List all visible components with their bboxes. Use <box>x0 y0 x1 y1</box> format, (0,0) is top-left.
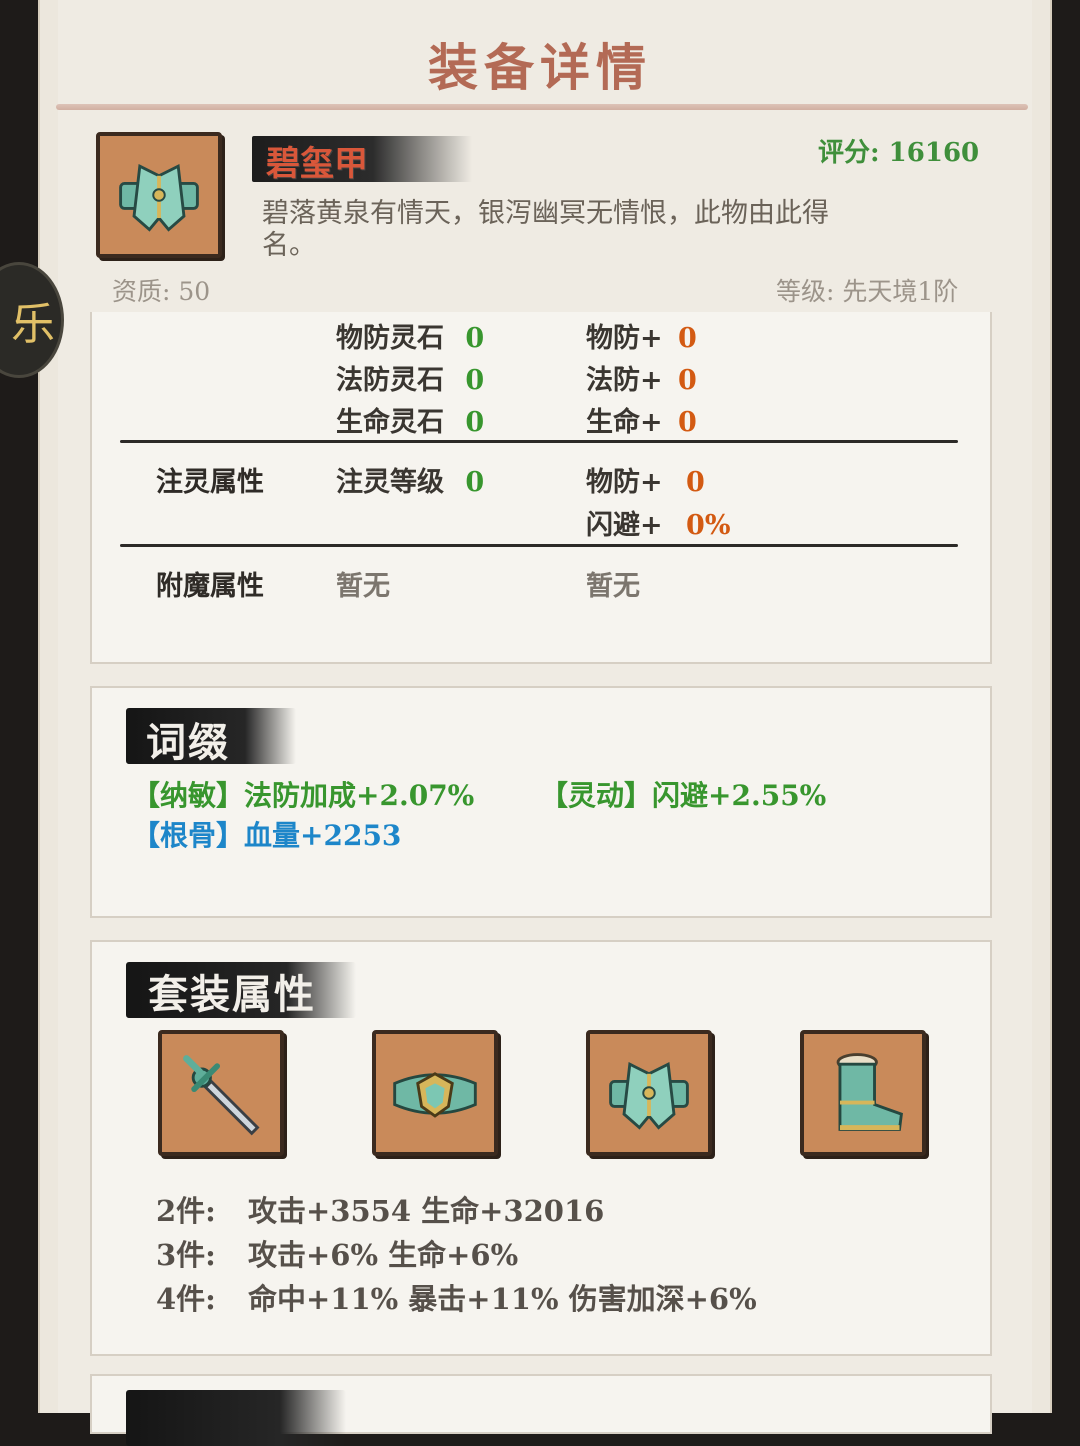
affix-title: 词缀 <box>146 719 230 766</box>
spirit-level: 注灵等级 0 <box>336 460 484 499</box>
affix-tag: 【纳敏】 <box>132 779 245 812</box>
stat-label: 法防灵石 <box>336 365 444 396</box>
spirit-level-value: 0 <box>465 467 485 498</box>
armor-icon <box>119 163 199 232</box>
stone-stat-row: 物防灵石 0 <box>336 316 484 355</box>
set-bonus-row: 2件: 攻击+3554 生命+32016 <box>156 1188 604 1230</box>
item-thumbnail[interactable] <box>96 132 222 258</box>
set-bonus-count: 2件: <box>156 1194 216 1228</box>
quality-value: 50 <box>178 277 211 306</box>
stat-value: 0 <box>465 365 485 396</box>
stat-value: 0 <box>465 407 485 438</box>
item-score: 评分: 16160 <box>818 132 979 169</box>
affix-text: 法防加成+2.07% <box>244 779 475 812</box>
set-piece-slot[interactable] <box>586 1030 712 1156</box>
level-label: 等级: <box>776 277 835 306</box>
bonus-stat-row: 法防+ 0 <box>586 358 697 397</box>
affix-tag: 【根骨】 <box>132 819 245 852</box>
side-menu-glyph: 乐 <box>11 299 55 350</box>
stone-stat-row: 生命灵石 0 <box>336 400 484 439</box>
set-title: 套装属性 <box>148 971 316 1018</box>
bonus-stat-row: 生命+ 0 <box>586 400 697 439</box>
enchant-right-value: 暂无 <box>586 571 640 602</box>
item-description: 碧落黄泉有情天，银泻幽冥无情恨，此物由此得名。 <box>262 198 829 261</box>
next-panel-title-banner <box>126 1390 346 1446</box>
section-divider <box>120 544 958 547</box>
stat-value: 0 <box>465 323 485 354</box>
item-quality: 资质: 50 <box>112 272 210 308</box>
affix-text: 血量+2253 <box>244 819 402 852</box>
stat-value: 0 <box>678 365 697 396</box>
set-bonus-text: 攻击+3554 生命+32016 <box>248 1194 605 1228</box>
bonus-stat-row: 物防+ 0 <box>586 316 697 355</box>
set-bonus-count: 3件: <box>156 1238 216 1272</box>
enchant-section-title: 附魔属性 <box>156 571 264 602</box>
armor-icon <box>609 1061 689 1130</box>
set-piece-slot[interactable] <box>800 1030 926 1156</box>
belt-icon <box>393 1072 477 1118</box>
stat-label: 闪避+ <box>586 510 663 541</box>
affix-text: 闪避+2.55% <box>652 779 827 812</box>
boots-icon <box>836 1053 903 1131</box>
stat-label: 生命灵石 <box>336 407 444 438</box>
score-label: 评分: <box>818 138 880 168</box>
stat-label: 法防+ <box>586 365 663 396</box>
set-bonus-count: 4件: <box>156 1282 216 1316</box>
item-level: 等级: 先天境1阶 <box>776 272 958 308</box>
spirit-section-title: 注灵属性 <box>156 467 264 498</box>
stat-value: 0 <box>686 467 705 498</box>
level-value: 先天境1阶 <box>842 277 959 306</box>
stat-label: 物防灵石 <box>336 323 444 354</box>
affix-item: 【灵动】闪避+2.55% <box>540 774 826 814</box>
quality-label: 资质: <box>112 277 171 306</box>
set-piece-slot[interactable] <box>372 1030 498 1156</box>
score-value: 16160 <box>888 138 980 168</box>
section-divider <box>120 440 958 443</box>
set-piece-slot[interactable] <box>158 1030 284 1156</box>
enchant-left-value: 暂无 <box>336 571 390 602</box>
item-name: 碧玺甲 <box>266 144 368 184</box>
page-title: 装备详情 <box>428 38 652 97</box>
set-bonus-row: 4件: 命中+11% 暴击+11% 伤害加深+6% <box>156 1276 757 1318</box>
affix-item: 【纳敏】法防加成+2.07% <box>132 774 474 814</box>
stat-label: 生命+ <box>586 407 663 438</box>
spirit-stat-row: 物防+ 0 <box>586 460 705 499</box>
spirit-level-label: 注灵等级 <box>336 467 444 498</box>
stat-value: 0 <box>678 407 697 438</box>
spirit-stat-row: 闪避+ 0% <box>586 503 730 542</box>
set-bonus-text: 攻击+6% 生命+6% <box>248 1238 519 1272</box>
affix-item: 【根骨】血量+2253 <box>132 814 401 854</box>
stat-label: 物防+ <box>586 467 663 498</box>
stat-value: 0 <box>678 323 697 354</box>
set-bonus-row: 3件: 攻击+6% 生命+6% <box>156 1232 518 1274</box>
stone-stat-row: 法防灵石 0 <box>336 358 484 397</box>
sword-icon <box>183 1055 260 1136</box>
set-bonus-text: 命中+11% 暴击+11% 伤害加深+6% <box>248 1282 757 1316</box>
affix-tag: 【灵动】 <box>540 779 653 812</box>
stat-value: 0% <box>686 510 731 541</box>
title-divider <box>56 104 1028 110</box>
stat-label: 物防+ <box>586 323 663 354</box>
